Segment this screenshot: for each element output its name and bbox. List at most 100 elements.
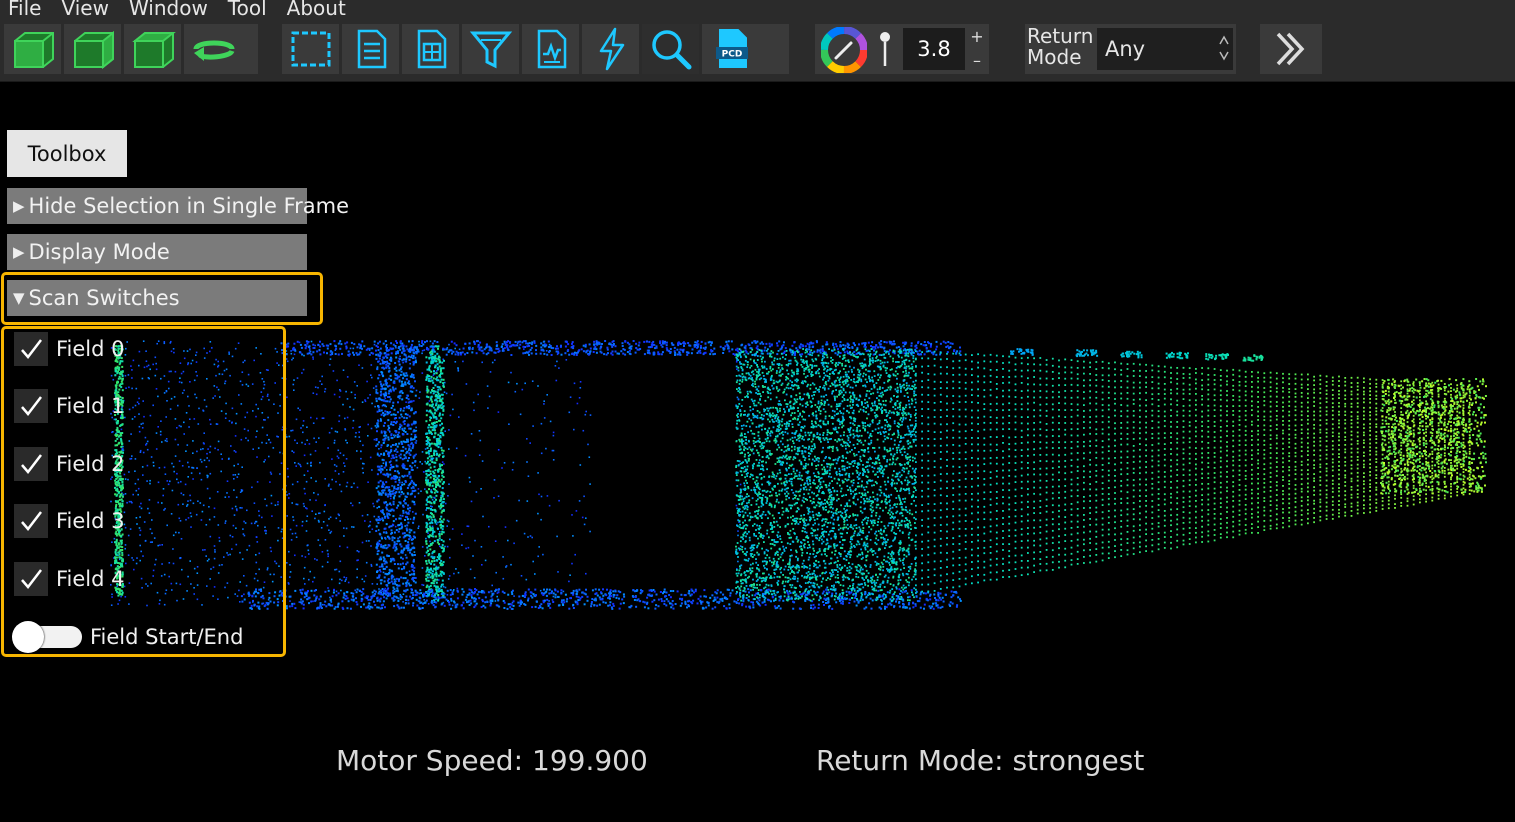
point-cloud-point [295,524,298,527]
point-cloud-point [346,416,349,419]
point-cloud-point [879,346,882,348]
point-cloud-point [449,414,452,417]
side-view-button[interactable] [64,24,124,74]
grid-document-button[interactable] [402,24,462,74]
point-cloud-point [442,572,445,575]
point-cloud-point [310,462,312,464]
menu-file[interactable]: File [0,0,51,22]
point-cloud-point [442,476,445,478]
point-cloud-point [352,419,355,422]
point-cloud-point [893,352,896,355]
point-cloud-point [421,567,424,569]
point-size-value[interactable]: 3.8 [903,28,965,70]
point-cloud-point [386,554,389,557]
point-cloud-point [599,347,602,350]
point-size-decrease-button[interactable]: – [967,50,987,70]
menu-view[interactable]: View [51,0,118,22]
menu-window[interactable]: Window [119,0,218,22]
point-cloud-point [397,411,399,414]
color-wheel-button[interactable] [820,26,868,77]
point-cloud-point [704,348,707,350]
point-cloud-point [339,578,341,581]
point-cloud-point [294,607,297,610]
point-cloud-point [295,465,297,467]
selection-box-button[interactable] [282,24,342,74]
point-cloud-point [925,346,928,349]
point-cloud-point [432,579,435,582]
point-cloud-point [389,398,392,401]
point-cloud-point [745,597,748,599]
point-cloud-point [390,421,393,424]
point-cloud-point [384,437,387,440]
return-mode-label-line1: Return [1027,24,1094,48]
point-cloud-point [540,346,543,349]
point-cloud-point [510,563,512,566]
lightning-button[interactable] [582,24,642,74]
menu-tool[interactable]: Tool [218,0,277,22]
point-cloud-point [373,505,375,508]
point-cloud-point [398,481,401,484]
point-cloud-point [387,475,390,478]
filter-button[interactable] [462,24,522,74]
point-cloud-point [339,390,342,392]
point-cloud-point [403,532,406,535]
return-mode-select[interactable]: Any [1097,28,1233,70]
point-cloud-point [833,346,836,349]
point-cloud-point [376,583,378,585]
front-view-button[interactable] [4,24,64,74]
point-cloud-point [471,351,474,354]
point-size-increase-button[interactable]: + [967,26,987,46]
point-cloud-point [513,595,515,597]
top-view-button[interactable] [124,24,184,74]
point-cloud-point [450,340,453,343]
point-cloud-point [286,494,288,496]
point-cloud-point [431,400,434,403]
point-cloud-point [287,475,289,478]
point-cloud-point [433,372,436,375]
point-cloud-point [401,383,404,386]
point-cloud-point [480,349,483,352]
list-document-button[interactable] [342,24,402,74]
point-cloud-point [440,585,443,588]
point-cloud-point [406,518,409,521]
point-cloud-point [378,357,381,360]
point-cloud-point [428,365,431,368]
point-cloud-point [301,555,303,557]
point-cloud-point [346,607,349,610]
point-cloud-point [514,340,517,343]
point-cloud-point [419,391,421,393]
point-cloud-point [408,359,411,361]
point-cloud-point [571,562,573,565]
point-cloud-point [638,600,641,603]
point-cloud-point [388,400,391,403]
point-cloud-point [321,343,324,346]
point-cloud-point [653,343,656,346]
point-cloud-point [937,599,940,602]
point-cloud-point [448,343,450,346]
point-cloud-point [294,439,296,442]
more-tools-button[interactable] [1260,24,1320,74]
point-cloud-point [384,544,387,547]
point-cloud-point [580,348,583,351]
rotate-view-button[interactable] [184,24,244,74]
point-cloud-point [647,349,650,352]
point-cloud-point [456,587,459,590]
menu-about[interactable]: About [277,0,356,22]
point-cloud-point [286,515,288,517]
point-cloud-point [431,557,434,560]
pcd-file-button[interactable]: PCD [702,24,762,74]
chart-document-button[interactable] [522,24,582,74]
point-cloud-point [305,520,308,522]
point-cloud-point [395,340,398,343]
point-cloud-point [388,536,390,539]
point-cloud-point [351,504,354,507]
point-cloud-point [546,353,549,356]
point-cloud-point [433,491,436,494]
point-cloud-point [470,500,473,503]
point-cloud-point [395,506,398,509]
point-cloud-point [306,507,308,510]
point-cloud-point [377,405,379,407]
point-cloud-point [378,492,381,495]
search-button[interactable] [642,24,702,74]
point-cloud-point [378,565,381,568]
